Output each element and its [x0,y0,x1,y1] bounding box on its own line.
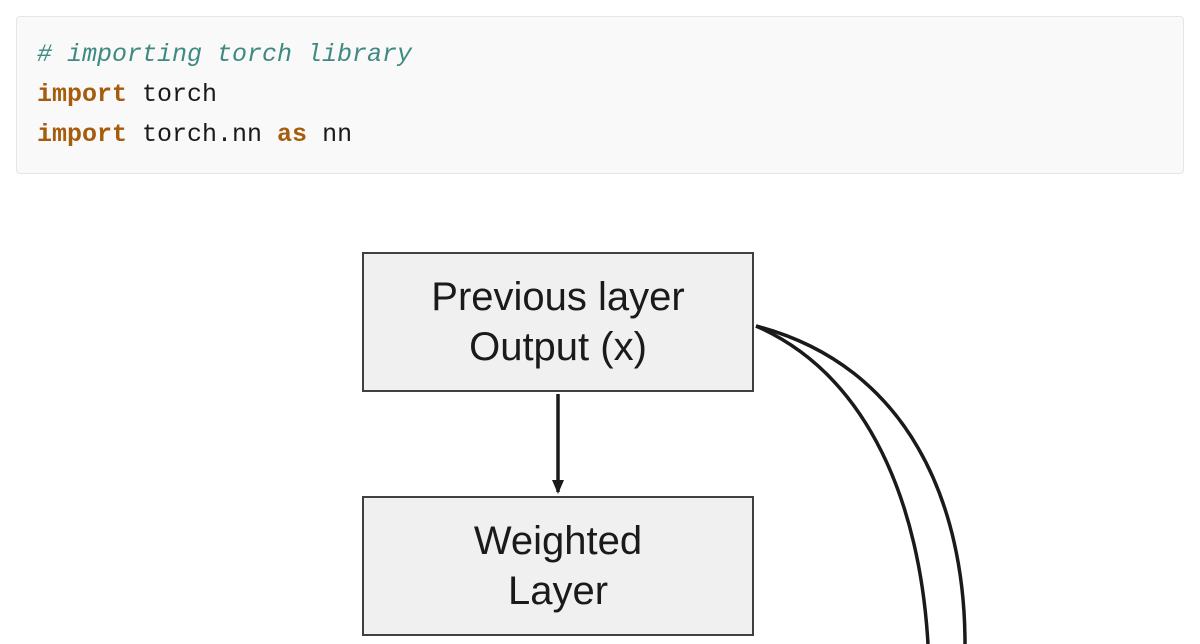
diagram-figure: Previous layer Output (x) Weighted Layer [0,246,1200,644]
diagram-box1-line1: Previous layer [431,272,684,322]
code-keyword-as: as [277,120,307,149]
skip-connection-outer-icon [756,326,965,644]
diagram-box-previous-layer: Previous layer Output (x) [362,252,754,392]
diagram-box-weighted-layer: Weighted Layer [362,496,754,636]
code-alias: nn [307,120,352,149]
skip-connection-inner-icon [756,326,928,644]
diagram-box2-line2: Layer [474,566,642,616]
code-module-2: torch.nn [127,120,277,149]
diagram-connectors-svg [0,246,1200,644]
code-module-1: torch [127,80,217,109]
diagram-box2-line1: Weighted [474,516,642,566]
code-block: # importing torch library import torch i… [16,16,1184,174]
code-keyword-import-2: import [37,120,127,149]
code-keyword-import-1: import [37,80,127,109]
code-comment: # importing torch library [37,40,412,69]
diagram-box1-line2: Output (x) [431,322,684,372]
